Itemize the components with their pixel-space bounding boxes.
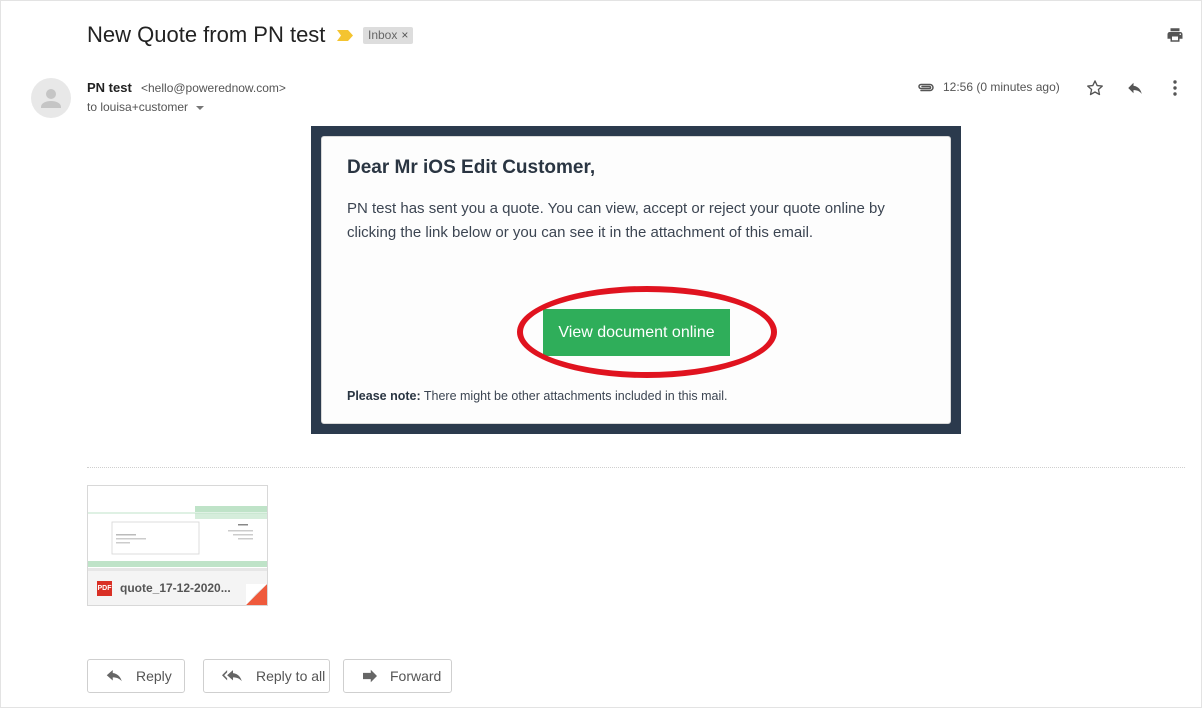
sender-name: PN test: [87, 80, 132, 95]
attachment-card[interactable]: PDF quote_17-12-2020...: [87, 485, 268, 606]
attachments-divider: [87, 467, 1185, 468]
attachment-filename: quote_17-12-2020...: [120, 581, 231, 595]
reply-all-icon: [222, 670, 242, 682]
importance-marker-icon[interactable]: [337, 30, 353, 41]
remove-label-button[interactable]: ×: [401, 27, 408, 44]
avatar-icon: [41, 89, 61, 108]
forward-button[interactable]: Forward: [343, 659, 452, 693]
inbox-label-chip: Inbox ×: [363, 27, 414, 44]
reply-all-label: Reply to all: [256, 668, 326, 684]
email-body-card: Dear Mr iOS Edit Customer, PN test has s…: [321, 136, 951, 424]
email-subject: New Quote from PN test: [87, 22, 326, 47]
sender-avatar: [31, 78, 71, 118]
print-icon[interactable]: [1166, 26, 1184, 44]
reply-button[interactable]: Reply: [87, 659, 185, 693]
chevron-down-icon: [196, 106, 205, 110]
reply-icon[interactable]: [1125, 79, 1145, 97]
forward-icon: [363, 669, 377, 683]
note-text: There might be other attachments include…: [423, 389, 728, 403]
sender-email: <hello@powerednow.com>: [141, 81, 286, 95]
reply-label: Reply: [136, 668, 172, 684]
view-document-online-button[interactable]: View document online: [543, 309, 730, 356]
email-body-frame: Dear Mr iOS Edit Customer, PN test has s…: [311, 126, 961, 434]
email-note: Please note: There might be other attach…: [347, 389, 728, 403]
attachment-thumbnail: [88, 486, 267, 571]
note-label: Please note:: [347, 389, 421, 403]
forward-label: Forward: [390, 668, 442, 684]
email-message: PN test has sent you a quote. You can vi…: [347, 200, 885, 241]
reply-icon: [106, 670, 122, 682]
recipients-dropdown[interactable]: to louisa+customer: [87, 100, 205, 114]
recipients-text: to louisa+customer: [87, 100, 189, 114]
more-vert-icon[interactable]: [1172, 79, 1178, 97]
star-icon[interactable]: [1085, 78, 1105, 98]
pdf-icon: PDF: [97, 581, 112, 596]
inbox-label-text: Inbox: [368, 28, 398, 42]
email-timestamp: 12:56 (0 minutes ago): [943, 80, 1060, 94]
attachment-corner-fold: [246, 584, 267, 605]
email-greeting: Dear Mr iOS Edit Customer,: [347, 157, 596, 178]
attachment-footer: PDF quote_17-12-2020...: [88, 571, 267, 605]
paperclip-icon: [918, 83, 934, 92]
reply-all-button[interactable]: Reply to all: [203, 659, 330, 693]
